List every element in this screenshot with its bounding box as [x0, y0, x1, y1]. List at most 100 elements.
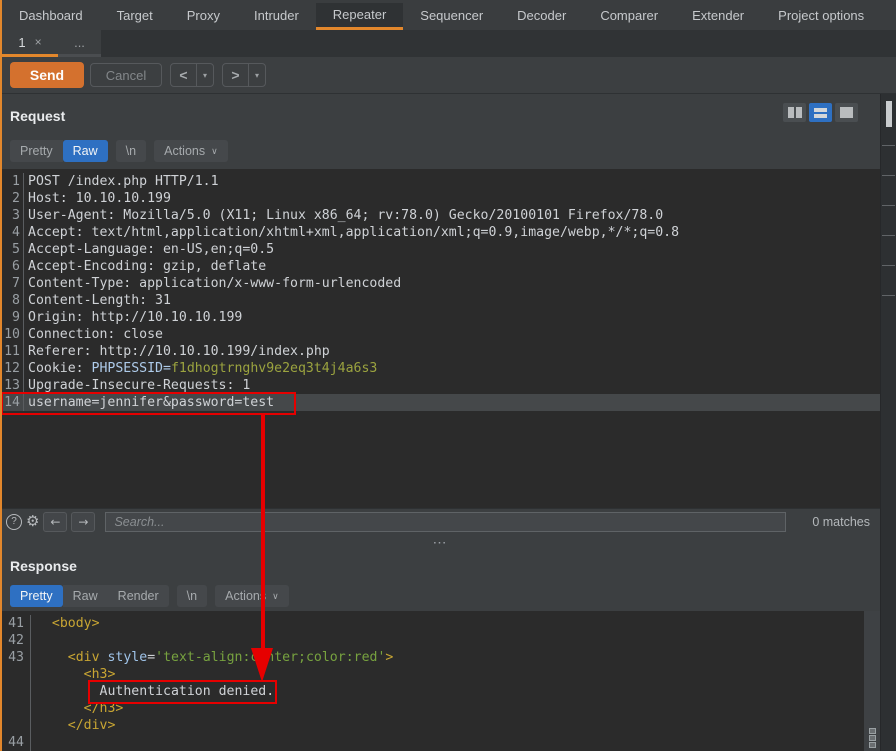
- forward-dropdown-icon[interactable]: ▾: [249, 64, 265, 86]
- editor-line[interactable]: 14username=jennifer&password=test: [0, 394, 880, 411]
- back-button-group: < ▾: [170, 63, 214, 87]
- response-scrollbar[interactable]: [864, 611, 880, 751]
- editor-option-icon[interactable]: [869, 735, 876, 741]
- editor-line[interactable]: </div>: [0, 717, 880, 734]
- repeater-tab-bar: 1 × ...: [0, 30, 896, 57]
- editor-line[interactable]: 7Content-Type: application/x-www-form-ur…: [0, 275, 880, 292]
- inspector-collapsed-strip[interactable]: [880, 94, 896, 751]
- editor-line[interactable]: 6Accept-Encoding: gzip, deflate: [0, 258, 880, 275]
- editor-line[interactable]: 2Host: 10.10.10.199: [0, 190, 880, 207]
- help-icon[interactable]: ?: [6, 514, 22, 530]
- single-pane-layout-button[interactable]: [835, 103, 858, 122]
- editor-line[interactable]: 4Accept: text/html,application/xhtml+xml…: [0, 224, 880, 241]
- menu-item-target[interactable]: Target: [100, 3, 170, 30]
- rows-layout-button[interactable]: [809, 103, 832, 122]
- tab-label: 1: [18, 35, 25, 50]
- line-number: 6: [0, 258, 24, 275]
- editor-line[interactable]: <h3>: [0, 666, 880, 683]
- next-match-button[interactable]: →: [71, 512, 95, 532]
- editor-option-icon[interactable]: [869, 742, 876, 748]
- line-number: 42: [0, 632, 31, 649]
- request-title: Request: [0, 94, 880, 124]
- menu-item-repeater[interactable]: Repeater: [316, 3, 403, 30]
- menu-item-project-options[interactable]: Project options: [761, 3, 881, 30]
- editor-line[interactable]: 11Referer: http://10.10.10.199/index.php: [0, 343, 880, 360]
- repeater-tab-1[interactable]: 1 ×: [2, 30, 58, 57]
- line-number: [0, 666, 31, 683]
- editor-line[interactable]: 8Content-Length: 31: [0, 292, 880, 309]
- menu-item-proxy[interactable]: Proxy: [170, 3, 237, 30]
- request-editor[interactable]: 1POST /index.php HTTP/1.12Host: 10.10.10…: [0, 169, 880, 508]
- editor-line[interactable]: 43 <div style='text-align:center;color:r…: [0, 649, 880, 666]
- window-focus-border: [0, 0, 2, 751]
- inspector-section-divider: [882, 175, 895, 176]
- editor-line[interactable]: 10Connection: close: [0, 326, 880, 343]
- single-pane-layout-icon: [840, 107, 853, 118]
- back-arrow-icon[interactable]: <: [171, 64, 196, 86]
- editor-line[interactable]: 12Cookie: PHPSESSID=f1dhogtrnghv9e2eq3t4…: [0, 360, 880, 377]
- editor-line[interactable]: 41 <body>: [0, 615, 880, 632]
- forward-button-group: > ▾: [222, 63, 266, 87]
- menu-item-dashboard[interactable]: Dashboard: [2, 3, 100, 30]
- close-tab-icon[interactable]: ×: [35, 35, 42, 49]
- splitter-dots-icon: ⋯: [433, 534, 448, 551]
- editor-line[interactable]: 9Origin: http://10.10.10.199: [0, 309, 880, 326]
- menu-item-sequencer[interactable]: Sequencer: [403, 3, 500, 30]
- forward-arrow-icon[interactable]: >: [223, 64, 248, 86]
- previous-match-button[interactable]: ←: [43, 512, 67, 532]
- line-number: 7: [0, 275, 24, 292]
- editor-line[interactable]: 42: [0, 632, 880, 649]
- line-number: 43: [0, 649, 31, 666]
- request-panel-header: Request: [0, 94, 880, 140]
- new-tab-button[interactable]: ...: [58, 30, 101, 57]
- view-tab-render[interactable]: Render: [108, 585, 169, 607]
- line-number: 1: [0, 173, 24, 190]
- view-tab-pretty[interactable]: Pretty: [10, 585, 63, 607]
- line-number: 3: [0, 207, 24, 224]
- line-number: 5: [0, 241, 24, 258]
- line-number: [0, 717, 31, 734]
- send-button[interactable]: Send: [10, 62, 84, 88]
- more-tabs-icon: ...: [74, 35, 85, 50]
- cancel-button[interactable]: Cancel: [90, 63, 162, 87]
- line-number: 44: [0, 734, 31, 751]
- panel-splitter-handle[interactable]: ⋯: [0, 534, 880, 550]
- response-editor[interactable]: 41 <body>4243 <div style='text-align:cen…: [0, 611, 880, 751]
- response-title: Response: [0, 550, 880, 574]
- search-input[interactable]: [105, 512, 786, 532]
- view-tab-n[interactable]: \n: [177, 585, 207, 607]
- view-tab-actions[interactable]: Actions∨: [215, 585, 289, 607]
- editor-line[interactable]: 13Upgrade-Insecure-Requests: 1: [0, 377, 880, 394]
- columns-layout-button[interactable]: [783, 103, 806, 122]
- view-tab-raw[interactable]: Raw: [63, 140, 108, 162]
- line-number: 4: [0, 224, 24, 241]
- top-nav: DashboardTargetProxyIntruderRepeaterSequ…: [0, 0, 896, 30]
- request-view-tabs: PrettyRaw \n Actions∨: [0, 140, 880, 169]
- gear-icon[interactable]: ⚙: [26, 514, 39, 529]
- menu-item-extender[interactable]: Extender: [675, 3, 761, 30]
- line-number: 12: [0, 360, 24, 377]
- layout-toggle-buttons: [783, 103, 858, 122]
- menu-item-decoder[interactable]: Decoder: [500, 3, 583, 30]
- menu-item-intruder[interactable]: Intruder: [237, 3, 316, 30]
- line-number: [0, 683, 31, 700]
- chevron-down-icon: ∨: [211, 146, 218, 157]
- editor-option-icon[interactable]: [869, 728, 876, 734]
- editor-line[interactable]: 3User-Agent: Mozilla/5.0 (X11; Linux x86…: [0, 207, 880, 224]
- editor-line[interactable]: </h3>: [0, 700, 880, 717]
- line-number: 13: [0, 377, 24, 394]
- scrollbar-thumb[interactable]: [886, 101, 892, 127]
- editor-line[interactable]: 1POST /index.php HTTP/1.1: [0, 173, 880, 190]
- editor-line[interactable]: Authentication denied.: [0, 683, 880, 700]
- view-tab-pretty[interactable]: Pretty: [10, 140, 63, 162]
- line-number: 10: [0, 326, 24, 343]
- view-tab-raw[interactable]: Raw: [63, 585, 108, 607]
- editor-line[interactable]: 44: [0, 734, 880, 751]
- editor-line[interactable]: 5Accept-Language: en-US,en;q=0.5: [0, 241, 880, 258]
- view-tab-actions[interactable]: Actions∨: [154, 140, 228, 162]
- response-view-tabs: PrettyRawRender \n Actions∨: [0, 585, 880, 611]
- back-dropdown-icon[interactable]: ▾: [197, 64, 213, 86]
- inspector-section-divider: [882, 265, 895, 266]
- menu-item-comparer[interactable]: Comparer: [583, 3, 675, 30]
- view-tab-n[interactable]: \n: [116, 140, 146, 162]
